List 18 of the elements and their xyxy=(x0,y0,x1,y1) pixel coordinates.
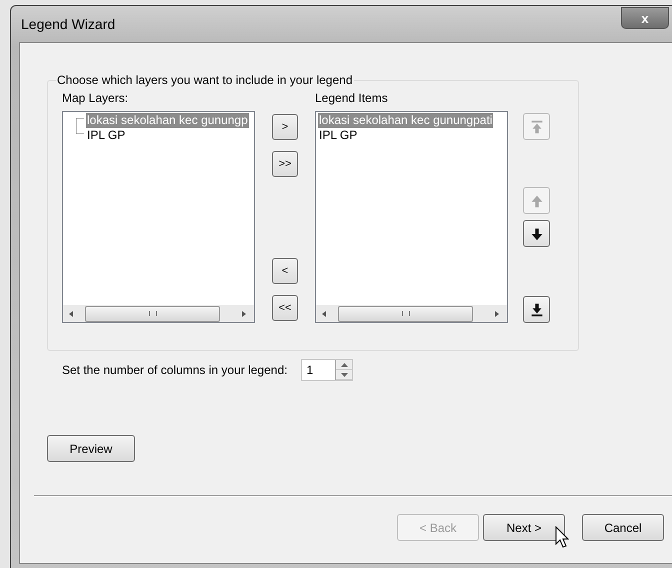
columns-spinner[interactable]: 1 xyxy=(301,359,354,381)
transfer-button[interactable]: << xyxy=(272,295,298,321)
window-title: Legend Wizard xyxy=(21,16,116,32)
legend-list[interactable]: lokasi sekolahan kec gunungpati IPL GP xyxy=(315,111,508,323)
wizard-button[interactable]: Next > xyxy=(483,514,565,541)
transfer-button[interactable]: > xyxy=(272,114,298,140)
transfer-button[interactable]: >> xyxy=(272,151,298,177)
list-label: Legend Items xyxy=(315,91,389,107)
layer-item[interactable]: IPL GP xyxy=(86,128,126,143)
legend-item[interactable]: IPL GP xyxy=(318,128,358,143)
list-label: Map Layers: xyxy=(62,91,130,107)
columns-label: Set the number of columns in your legend: xyxy=(62,363,288,377)
group-title: Choose which layers you want to include in your legend xyxy=(56,73,354,87)
layers-tree[interactable]: lokasi sekolahan kec gunungp IPL GP xyxy=(62,111,255,323)
close-button[interactable]: x xyxy=(621,7,669,29)
wizard-button[interactable]: Cancel xyxy=(582,514,664,541)
transfer-button[interactable]: < xyxy=(272,258,298,284)
preview-button[interactable]: Preview xyxy=(47,435,135,462)
